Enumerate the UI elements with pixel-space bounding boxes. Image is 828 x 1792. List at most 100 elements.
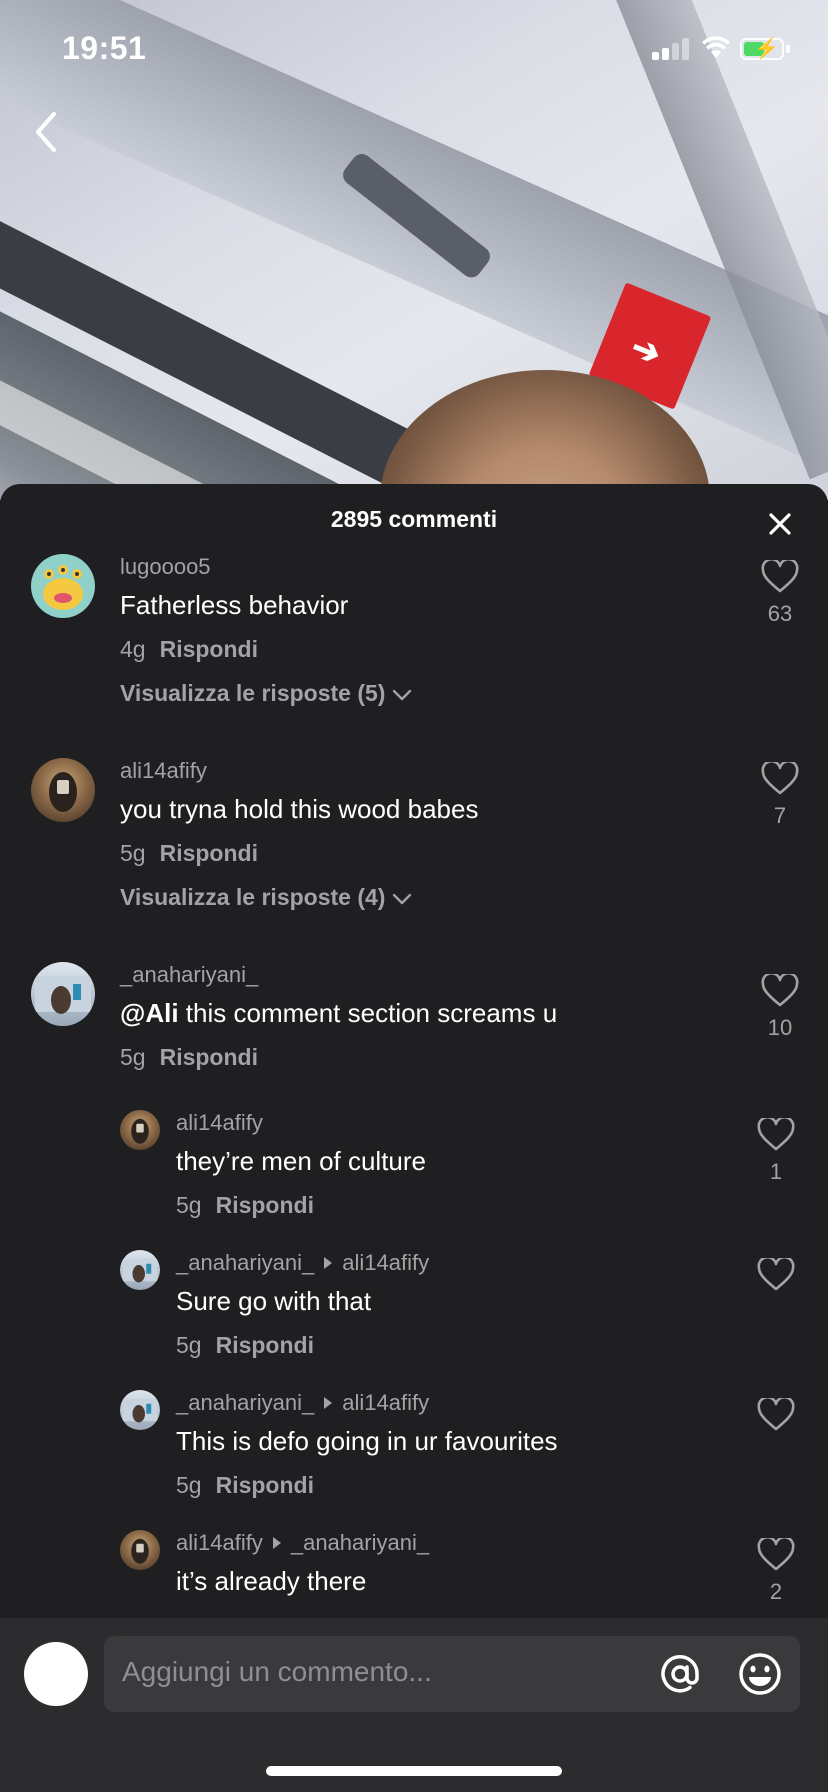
reply-username[interactable]: ali14afify: [176, 1110, 263, 1136]
comment-item: ali14afify you tryna hold this wood babe…: [0, 758, 828, 938]
comment-meta: 4g Rispondi: [120, 636, 258, 663]
reply-to-arrow-icon: [272, 1537, 281, 1550]
like-button[interactable]: 1: [746, 1115, 806, 1185]
reply-username[interactable]: ali14afify: [176, 1530, 263, 1555]
reply-username-line: _anahariyani_ ali14afify: [176, 1390, 429, 1416]
at-sign-icon[interactable]: [656, 1650, 704, 1698]
reply-meta: 5g Rispondi: [176, 1332, 314, 1359]
comment-age: 5g: [120, 840, 146, 866]
reply-item: _anahariyani_ ali14afify Sure go with tha…: [0, 1250, 828, 1380]
reply-age: 5g: [176, 1192, 202, 1218]
comment-text: you tryna hold this wood babes: [120, 794, 479, 824]
reply-text: This is defo going in ur favourites: [176, 1426, 558, 1456]
reply-username-line: _anahariyani_ ali14afify: [176, 1250, 429, 1276]
avatar[interactable]: [31, 962, 95, 1026]
comment-input-bar: Aggiungi un commento...: [0, 1618, 828, 1792]
monster-avatar-image: [43, 565, 83, 610]
heart-icon: [757, 1115, 795, 1151]
avatar[interactable]: [120, 1390, 160, 1430]
heart-icon: [761, 759, 799, 795]
person-avatar-image: [122, 1258, 158, 1283]
reply-item: ali14afify _anahariyani_ it’s already the…: [0, 1530, 828, 1630]
heart-icon: [761, 557, 799, 593]
reply-text: it’s already there: [176, 1566, 367, 1596]
like-button[interactable]: 2: [746, 1535, 806, 1605]
close-icon[interactable]: [762, 506, 798, 542]
comment-username[interactable]: _anahariyani_: [120, 962, 258, 988]
view-replies-button[interactable]: Visualizza le risposte (4): [120, 884, 413, 911]
chevron-down-icon: [393, 689, 412, 701]
like-count: 7: [773, 803, 787, 828]
heart-icon: [757, 1395, 795, 1431]
emoji-icon[interactable]: [736, 1650, 784, 1698]
comment-text: @Ali this comment section screams u: [120, 998, 557, 1029]
like-button[interactable]: 63: [750, 557, 810, 627]
person-avatar-image: [49, 772, 77, 812]
battery-charging-icon: ⚡: [740, 38, 784, 60]
avatar[interactable]: [120, 1110, 160, 1150]
comment-input[interactable]: Aggiungi un commento...: [104, 1636, 800, 1712]
avatar[interactable]: [31, 758, 95, 822]
comment-username[interactable]: lugoooo5: [120, 554, 211, 580]
reply-button[interactable]: Rispondi: [160, 636, 258, 662]
avatar[interactable]: [120, 1530, 160, 1570]
reply-age: 5g: [176, 1332, 202, 1358]
reply-button[interactable]: Rispondi: [216, 1472, 314, 1498]
comment-meta: 5g Rispondi: [120, 1044, 258, 1071]
person-avatar-image: [131, 1538, 149, 1564]
exit-arrow-icon: ➔: [625, 327, 667, 374]
reply-button[interactable]: Rispondi: [216, 1192, 314, 1218]
reply-text: Sure go with that: [176, 1286, 372, 1316]
like-button[interactable]: [746, 1255, 806, 1299]
comment-item: _anahariyani_ @Ali this comment section …: [0, 962, 828, 1092]
like-count: 1: [769, 1159, 783, 1184]
heart-icon: [757, 1535, 795, 1571]
my-avatar[interactable]: [24, 1642, 88, 1706]
like-count: 63: [767, 601, 793, 626]
reply-to-username[interactable]: ali14afify: [342, 1390, 429, 1415]
video-background[interactable]: ➔: [0, 0, 828, 500]
comment-input-placeholder: Aggiungi un commento...: [122, 1656, 432, 1687]
reply-item: _anahariyani_ ali14afify This is defo goi…: [0, 1390, 828, 1520]
comments-sheet: 2895 commenti lugoooo5 Fatherless behavi…: [0, 484, 828, 1792]
comment-username[interactable]: ali14afify: [120, 758, 207, 784]
reply-username[interactable]: _anahariyani_: [176, 1390, 314, 1415]
back-button[interactable]: [26, 104, 70, 160]
mention-link[interactable]: @Ali: [120, 998, 179, 1028]
reply-age: 5g: [176, 1472, 202, 1498]
reply-username[interactable]: _anahariyani_: [176, 1250, 314, 1275]
reply-button[interactable]: Rispondi: [160, 1044, 258, 1070]
comment-item: lugoooo5 Fatherless behavior 4g Rispondi …: [0, 554, 828, 734]
like-button[interactable]: 10: [750, 971, 810, 1041]
avatar[interactable]: [31, 554, 95, 618]
comment-text-body: this comment section screams u: [178, 998, 558, 1028]
reply-to-username[interactable]: _anahariyani_: [291, 1530, 429, 1555]
tiktok-comments-screen: ➔ 19:51 ⚡ 2895 commenti lugoooo5 Fatherl…: [0, 0, 828, 1792]
person-avatar-image: [122, 1398, 158, 1423]
view-replies-button[interactable]: Visualizza le risposte (5): [120, 680, 413, 707]
reply-text: they’re men of culture: [176, 1146, 427, 1176]
reply-button[interactable]: Rispondi: [160, 840, 258, 866]
reply-to-arrow-icon: [324, 1397, 333, 1410]
chevron-left-icon: [36, 112, 56, 152]
reply-to-username[interactable]: ali14afify: [342, 1250, 429, 1275]
avatar[interactable]: [120, 1250, 160, 1290]
reply-button[interactable]: Rispondi: [216, 1332, 314, 1358]
comment-age: 4g: [120, 636, 146, 662]
comment-text: Fatherless behavior: [120, 590, 349, 620]
comment-age: 5g: [120, 1044, 146, 1070]
chevron-down-icon: [393, 893, 412, 905]
cellular-signal-icon: [652, 38, 692, 60]
like-button[interactable]: 7: [750, 759, 810, 829]
battery-cap: [786, 45, 790, 53]
like-button[interactable]: [746, 1395, 806, 1439]
bolt-icon: ⚡: [754, 38, 779, 60]
comment-meta: 5g Rispondi: [120, 840, 258, 867]
status-time: 19:51: [62, 30, 147, 66]
person-avatar-image: [131, 1118, 149, 1144]
like-count: 10: [767, 1015, 793, 1040]
heart-icon: [757, 1255, 795, 1291]
reply-item: ali14afify they’re men of culture 5g Risp…: [0, 1110, 828, 1240]
reply-meta: 5g Rispondi: [176, 1192, 314, 1219]
home-indicator[interactable]: [266, 1766, 562, 1776]
